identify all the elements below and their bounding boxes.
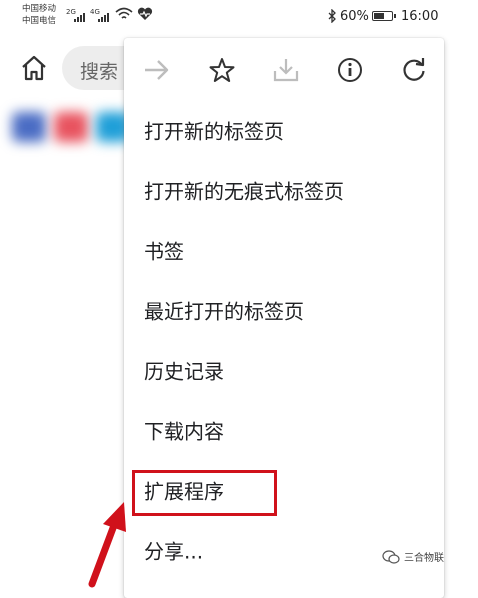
signal-icon-2	[98, 10, 109, 22]
bookmark-star-button[interactable]	[208, 56, 236, 84]
menu-item-new-tab[interactable]: 打开新的标签页	[124, 102, 444, 158]
forward-button[interactable]	[142, 56, 170, 84]
menu-icon-row	[124, 38, 444, 100]
menu-item-label: 下载内容	[144, 419, 224, 444]
home-icon	[22, 55, 46, 81]
omnibox-placeholder: 搜索	[80, 61, 119, 83]
menu-item-label: 打开新的无痕式标签页	[144, 179, 344, 204]
menu-item-label: 书签	[144, 239, 184, 264]
carrier-2: 中国电信	[22, 16, 57, 26]
red-arrow-annotation	[88, 502, 126, 588]
menu-item-history[interactable]: 历史记录	[124, 342, 444, 398]
signal-icon-1	[74, 10, 85, 22]
download-page-button[interactable]	[272, 56, 300, 84]
shortcut-tile[interactable]	[54, 112, 88, 142]
clock: 16:00	[401, 9, 439, 24]
menu-item-bookmarks[interactable]: 书签	[124, 222, 444, 278]
bluetooth-icon	[328, 9, 336, 23]
carrier-1: 中国移动	[22, 4, 57, 14]
menu-item-new-incognito-tab[interactable]: 打开新的无痕式标签页	[124, 162, 444, 218]
watermark: 三合物联	[382, 549, 444, 564]
battery-fill	[374, 13, 384, 19]
menu-item-label: 打开新的标签页	[144, 119, 284, 144]
home-button[interactable]	[18, 52, 50, 84]
battery-icon	[372, 11, 396, 21]
star-icon	[209, 58, 235, 82]
menu-item-label: 最近打开的标签页	[144, 299, 304, 324]
shortcut-tile[interactable]	[12, 112, 46, 142]
watermark-text: 三合物联	[404, 553, 444, 564]
status-bar: 中国移动 中国电信 2G 4G 60% 16:00	[0, 0, 478, 34]
menu-item-downloads[interactable]: 下载内容	[124, 402, 444, 458]
menu-item-recent-tabs[interactable]: 最近打开的标签页	[124, 282, 444, 338]
menu-item-label: 历史记录	[144, 359, 224, 384]
wifi-icon	[115, 7, 133, 19]
info-icon	[338, 58, 362, 82]
battery-percentage: 60%	[340, 9, 369, 24]
refresh-button[interactable]	[400, 56, 428, 84]
health-heart-icon	[137, 7, 153, 20]
forward-icon	[145, 60, 169, 80]
refresh-icon	[403, 58, 425, 81]
menu-item-label: 分享...	[144, 539, 204, 564]
page-info-button[interactable]	[336, 56, 364, 84]
wechat-icon	[382, 549, 400, 564]
download-icon	[273, 59, 299, 82]
carrier-labels: 中国移动 中国电信	[22, 3, 56, 27]
shortcut-tiles	[10, 108, 130, 148]
highlight-box	[132, 470, 277, 516]
